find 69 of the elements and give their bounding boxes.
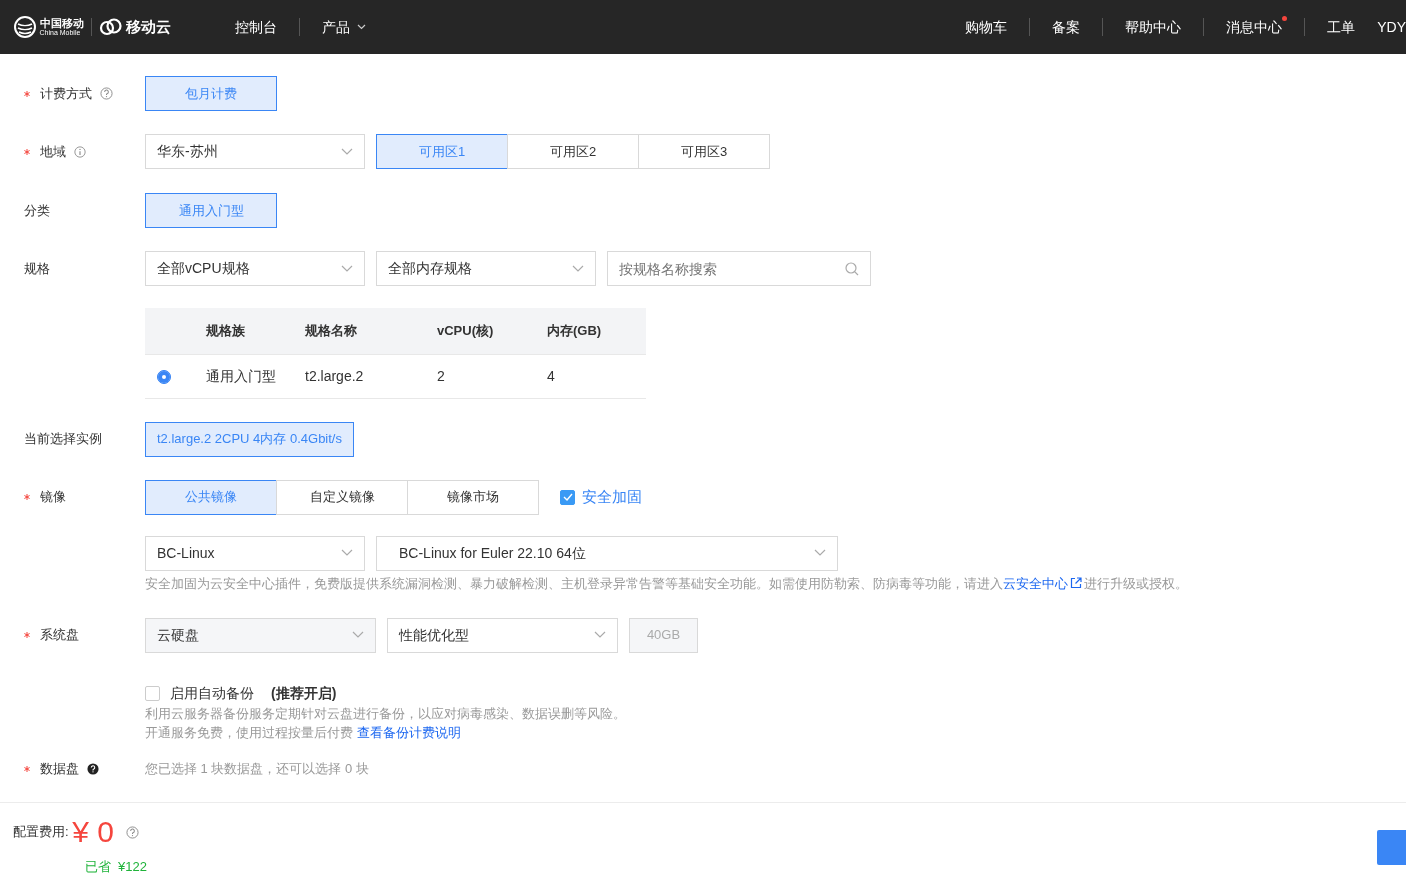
field-label: 镜像 xyxy=(40,488,66,507)
dropdown-select[interactable]: 性能优化型 xyxy=(387,617,618,653)
column-header: vCPU(核) xyxy=(436,308,546,354)
chevron-down-icon xyxy=(341,264,353,273)
zone-button[interactable]: 可用区2 xyxy=(507,134,639,169)
nav-link[interactable]: 工单 xyxy=(1305,16,1378,38)
nav-link[interactable]: 控制台 xyxy=(213,16,299,38)
help-icon[interactable] xyxy=(87,762,99,775)
image-tab[interactable]: 镜像市场 xyxy=(407,479,539,515)
chevron-down-icon xyxy=(594,631,606,639)
nav-link[interactable]: 备案 xyxy=(1030,16,1103,38)
user-name[interactable]: YDY xyxy=(1377,16,1406,38)
size-field: 40GB xyxy=(629,617,698,653)
field-label: 系统盘 xyxy=(40,626,79,645)
dropdown-select[interactable]: 华东-苏州 xyxy=(145,134,365,169)
saved-label: 已省 xyxy=(85,858,111,876)
dropdown-select[interactable]: 全部vCPU规格 xyxy=(145,251,365,286)
description-text: 利用云服务器备份服务定期针对云盘进行备份，以应对病毒感染、数据误删等风险。 xyxy=(145,704,627,723)
saved-amount: ¥122 xyxy=(118,858,147,876)
field-label: 分类 xyxy=(24,201,50,220)
link[interactable]: 云安全中心 xyxy=(1003,576,1084,591)
link[interactable]: 查看备份计费说明 xyxy=(356,725,461,740)
dropdown-select[interactable]: BC-Linux for Euler 22.10 64位 xyxy=(376,535,838,571)
checkbox[interactable]: 安全加固 xyxy=(560,485,642,509)
brand-name: 中国移动 xyxy=(39,18,84,29)
field-label: 当前选择实例 xyxy=(24,430,102,449)
description-text: 开通服务免费，使用过程按量后付费 xyxy=(145,725,353,740)
table-cell: 2 xyxy=(436,354,546,398)
chevron-down-icon xyxy=(572,264,584,273)
nav-link[interactable]: 购物车 xyxy=(943,16,1030,38)
chevron-down-icon xyxy=(814,549,826,557)
nav-link[interactable]: 消息中心 xyxy=(1204,16,1305,38)
field-label: 规格 xyxy=(24,259,50,278)
zone-button[interactable]: 可用区3 xyxy=(638,134,770,169)
recommend-note: (推荐开启) xyxy=(271,683,337,703)
dropdown-select[interactable]: 云硬盘 xyxy=(145,617,376,653)
external-link-icon xyxy=(1070,577,1082,589)
nav-link[interactable]: 帮助中心 xyxy=(1103,16,1204,38)
search-icon xyxy=(845,262,859,276)
product-name: 移动云 xyxy=(126,16,171,37)
summary-text: 您已选择 1 块数据盘，还可以选择 0 块 xyxy=(145,759,370,778)
fee-label: 配置费用: xyxy=(13,823,69,842)
hint-text: 安全加固为云安全中心插件，免费版提供系统漏洞检测、暴力破解检测、主机登录异常告警等基础安全功能。如需使用防勒索、防病毒等功能，请进入云安全中心 进行升级或授权。 xyxy=(145,575,1189,593)
chevron-down-icon xyxy=(341,549,353,557)
logo-icon xyxy=(14,16,36,38)
instance-tag: t2.large.2 2CPU 4内存 0.4Gbit/s xyxy=(145,421,354,457)
table-cell: 4 xyxy=(546,354,646,398)
table-cell: 通用入门型 xyxy=(205,354,304,398)
field-label: 数据盘 xyxy=(40,759,79,778)
radio-button[interactable] xyxy=(157,369,171,384)
table-cell: t2.large.2 xyxy=(304,354,436,398)
cloud-logo-icon xyxy=(98,17,123,37)
image-tab[interactable]: 自定义镜像 xyxy=(276,479,408,515)
check-icon xyxy=(562,493,573,501)
chevron-down-icon xyxy=(357,24,366,30)
search-field[interactable]: 按规格名称搜索 xyxy=(607,251,871,286)
column-header: 规格名称 xyxy=(304,308,436,354)
checkbox[interactable]: 启用自动备份 (推荐开启) xyxy=(145,682,1406,704)
column-header: 内存(GB) xyxy=(546,308,646,354)
dropdown-select[interactable]: 全部内存规格 xyxy=(376,251,596,286)
chevron-down-icon xyxy=(352,631,364,639)
info-icon[interactable] xyxy=(74,145,86,158)
price-value: ¥ 0 xyxy=(72,817,114,847)
column-header: 规格族 xyxy=(205,308,304,354)
dropdown-select[interactable]: BC-Linux xyxy=(145,535,365,571)
field-label: 地域 xyxy=(40,142,66,161)
chevron-down-icon xyxy=(341,147,353,156)
nav-link[interactable]: 产品 xyxy=(300,16,388,38)
field-label: 计费方式 xyxy=(40,84,92,103)
